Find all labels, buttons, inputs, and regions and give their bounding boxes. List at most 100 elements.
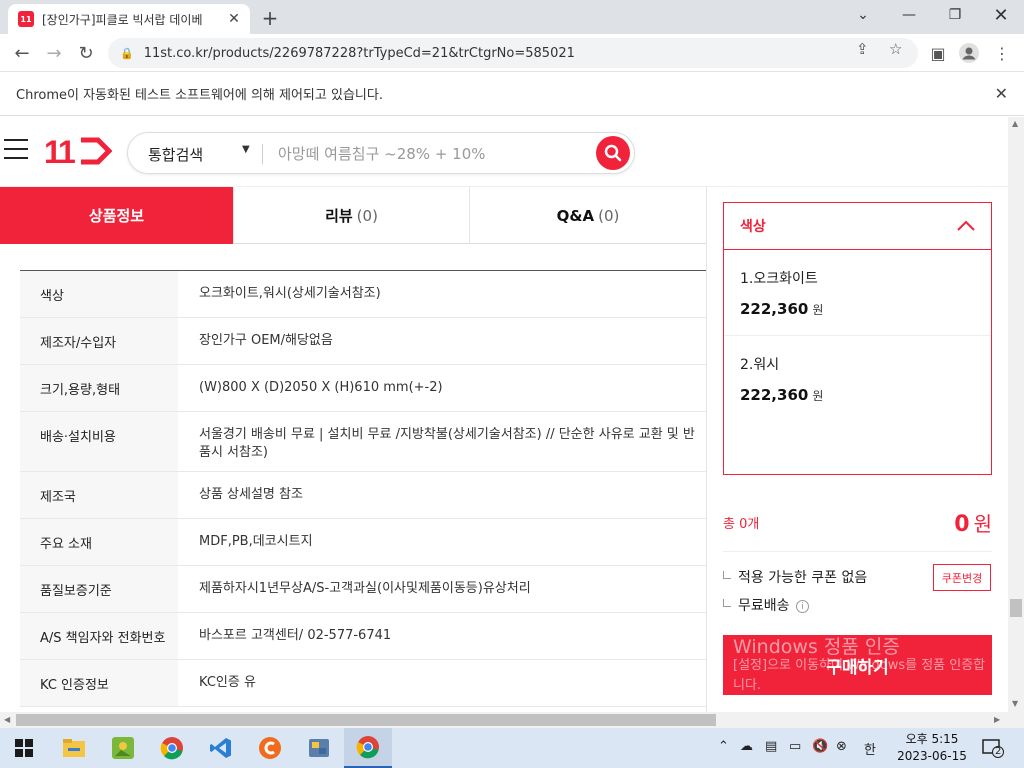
tab-search-icon[interactable]: ⌄: [840, 0, 886, 30]
tray-app-icon[interactable]: ▤: [765, 739, 777, 754]
horizontal-scroll-thumb[interactable]: [16, 714, 716, 726]
minimize-icon[interactable]: —: [886, 0, 932, 30]
close-circle-icon[interactable]: ⊗: [836, 739, 847, 754]
browser-toolbar: ← → ↻ 🔒 11st.co.kr/products/2269787228?t…: [0, 34, 1024, 72]
spec-value: (W)800 X (D)2050 X (H)610 mm(+-2): [199, 380, 443, 395]
coupon-change-button[interactable]: 쿠폰변경: [933, 564, 991, 591]
profile-avatar-icon[interactable]: [958, 42, 980, 64]
option-header-label: 색상: [740, 219, 766, 235]
side-panel-icon[interactable]: ▣: [927, 42, 949, 64]
file-explorer-icon[interactable]: [50, 728, 98, 768]
table-row: 크기,용량,형태 (W)800 X (D)2050 X (H)610 mm(+-…: [20, 365, 706, 412]
vertical-scroll-thumb[interactable]: [1010, 599, 1022, 617]
spec-value: KC인증 유: [199, 675, 256, 690]
spec-value: MDF,PB,데코시트지: [199, 534, 313, 549]
table-row: KC 인증정보 KC인증 유: [20, 660, 706, 707]
chrome-icon[interactable]: [148, 728, 196, 768]
shipping-info: 무료배송 i: [723, 595, 809, 615]
tab-label: 상품정보: [88, 207, 145, 225]
product-tabs: 상품정보 리뷰 (0) Q&A (0): [0, 187, 706, 244]
vscode-icon[interactable]: [197, 728, 245, 768]
back-icon[interactable]: ←: [9, 40, 35, 66]
search-box: 통합검색 ▼: [127, 132, 635, 174]
horizontal-scrollbar[interactable]: ◀ ▶: [0, 712, 1008, 728]
hamburger-menu-icon[interactable]: [4, 139, 28, 161]
total-count: 총 0개: [723, 517, 760, 532]
table-row: 주요 소재 MDF,PB,데코시트지: [20, 519, 706, 566]
scroll-down-icon[interactable]: ▼: [1012, 699, 1018, 708]
spec-key: 품질보증기준: [20, 566, 178, 612]
scroll-right-icon[interactable]: ▶: [994, 715, 1000, 724]
spec-key: KC 인증정보: [20, 660, 178, 706]
infobar-close-icon[interactable]: ✕: [995, 84, 1008, 103]
table-row: 품질보증기준 제품하자시1년무상A/S-고객과실(이사및제품이동등)유상처리: [20, 566, 706, 613]
search-input[interactable]: [278, 142, 588, 166]
chevron-up-icon[interactable]: [955, 215, 977, 237]
forward-icon[interactable]: →: [41, 40, 67, 66]
browser-tab[interactable]: 11 [장인가구]피클로 빅서랍 데이베 ✕: [8, 4, 250, 34]
lock-icon: 🔒: [120, 46, 134, 60]
table-row: 제조자/수입자 장인가구 OEM/해당없음: [20, 318, 706, 365]
windows-taskbar: ⌃ ☁ ▤ ▭ 🔇 ⊗ 한 오후 5:15 2023-06-15 2: [0, 728, 1024, 768]
onedrive-icon[interactable]: ☁: [740, 739, 753, 754]
option-price: 222,360 원: [740, 386, 824, 404]
spec-value: 오크화이트,워시(상세기술서참조): [199, 286, 381, 301]
ime-indicator[interactable]: 한: [864, 739, 876, 758]
scroll-left-icon[interactable]: ◀: [4, 715, 10, 724]
favicon-icon: 11: [18, 11, 34, 27]
tab-qna[interactable]: Q&A (0): [470, 187, 706, 244]
total-price: 0원: [954, 512, 992, 537]
scroll-up-icon[interactable]: ▲: [1012, 119, 1018, 128]
share-icon[interactable]: ⇪: [856, 40, 869, 58]
spec-table: 색상 오크화이트,워시(상세기술서참조) 제조자/수입자 장인가구 OEM/해당…: [20, 270, 706, 707]
speaker-muted-icon[interactable]: 🔇: [812, 739, 828, 754]
spec-value: 제품하자시1년무상A/S-고객과실(이사및제품이동등)유상처리: [199, 581, 531, 596]
tab-count: (0): [356, 206, 378, 225]
vertical-scrollbar[interactable]: ▲ ▼: [1008, 117, 1024, 712]
system-clock[interactable]: 오후 5:15 2023-06-15: [895, 731, 969, 765]
info-icon[interactable]: i: [795, 600, 809, 613]
option-header[interactable]: 색상: [724, 203, 991, 250]
python-app-icon[interactable]: [295, 728, 343, 768]
scrollbar-corner: [1008, 712, 1024, 728]
spec-key: 크기,용량,형태: [20, 365, 178, 411]
tab-strip: 11 [장인가구]피클로 빅서랍 데이베 ✕ + ⌄ — ❐ ✕: [0, 0, 1024, 34]
table-row: 제조국 상품 상세설명 참조: [20, 472, 706, 519]
activation-watermark-text: [설정]으로 이동하여 Windows를 정품 인증합니다.: [733, 658, 986, 693]
network-icon[interactable]: ▭: [789, 739, 801, 754]
chrome-active-icon[interactable]: [344, 728, 392, 768]
bookmark-star-icon[interactable]: ☆: [889, 40, 902, 58]
spec-key: 주요 소재: [20, 519, 178, 565]
search-category-select[interactable]: 통합검색: [148, 144, 203, 165]
spec-value: 바스포르 고객센터/ 02-577-6741: [199, 628, 392, 643]
table-row: 배송·설치비용 서울경기 배송비 무료 | 설치비 무료 /지방착불(상세기술서…: [20, 412, 706, 472]
app-c-icon[interactable]: [246, 728, 294, 768]
spec-key: 배송·설치비용: [20, 412, 178, 471]
address-bar[interactable]: 🔒 11st.co.kr/products/2269787228?trTypeC…: [108, 38, 918, 68]
menu-kebab-icon[interactable]: ⋮: [991, 42, 1013, 64]
search-button[interactable]: [596, 136, 630, 170]
maps-app-icon[interactable]: [99, 728, 147, 768]
spec-key: 색상: [20, 271, 178, 317]
option-price: 222,360 원: [740, 300, 824, 318]
window-close-icon[interactable]: ✕: [978, 0, 1024, 30]
activation-watermark-title: Windows 정품 인증: [733, 636, 900, 658]
url-text: 11st.co.kr/products/2269787228?trTypeCd=…: [143, 45, 575, 61]
tab-reviews[interactable]: 리뷰 (0): [234, 187, 470, 244]
new-tab-icon[interactable]: +: [258, 6, 282, 30]
notification-icon[interactable]: 2: [982, 738, 1004, 758]
reload-icon[interactable]: ↻: [73, 40, 99, 66]
logo-arrow-icon: [81, 137, 112, 165]
option-item[interactable]: 2.워시 222,360 원: [724, 336, 991, 422]
dropdown-caret-icon[interactable]: ▼: [242, 144, 250, 155]
tab-product-info[interactable]: 상품정보: [0, 187, 234, 244]
tab-close-icon[interactable]: ✕: [226, 11, 242, 27]
tab-title: [장인가구]피클로 빅서랍 데이베: [42, 12, 203, 27]
tray-chevron-up-icon[interactable]: ⌃: [718, 739, 729, 754]
start-windows-icon[interactable]: [0, 728, 48, 768]
restore-icon[interactable]: ❐: [932, 0, 978, 30]
spec-key: 제조국: [20, 472, 178, 518]
coupon-text: 적용 가능한 쿠폰 없음: [723, 567, 867, 587]
option-item[interactable]: 1.오크화이트 222,360 원: [724, 250, 991, 336]
site-logo[interactable]: 11: [44, 134, 76, 171]
